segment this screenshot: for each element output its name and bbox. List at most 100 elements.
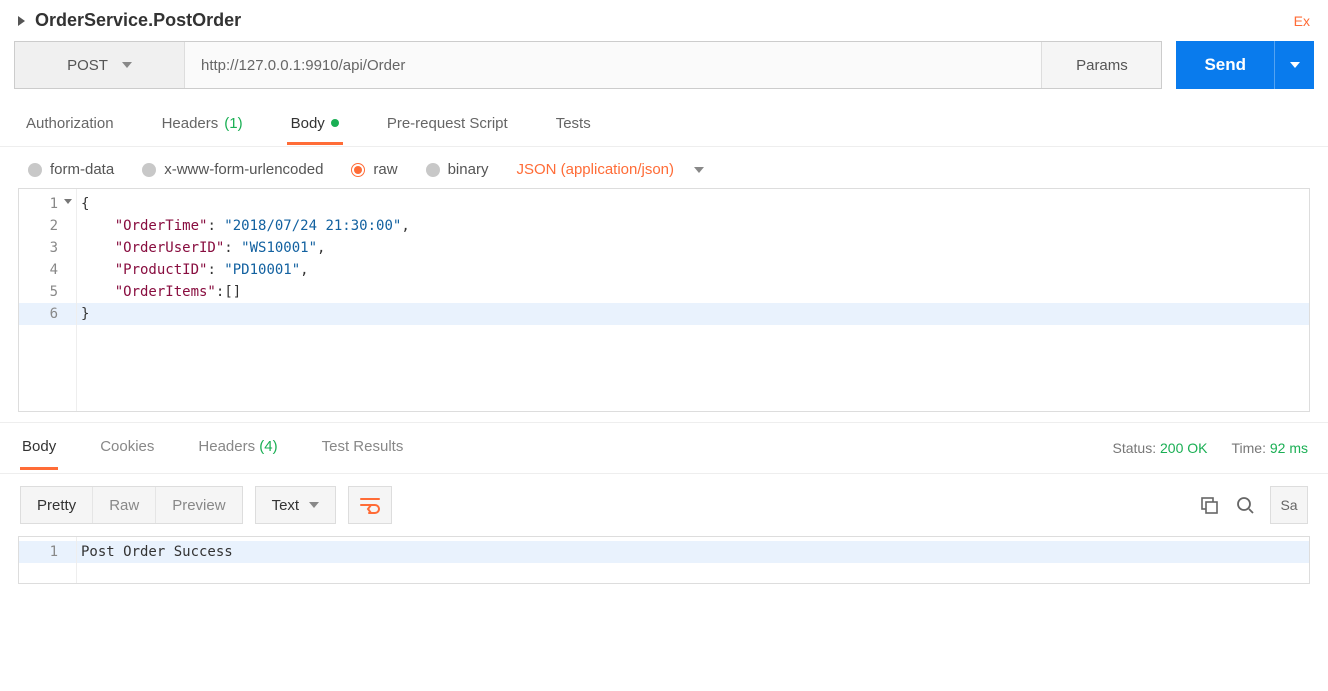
code-token: "PD10001" (224, 262, 300, 278)
code-token: "WS10001" (241, 240, 317, 256)
tab-tests[interactable]: Tests (552, 105, 595, 145)
chevron-down-icon (1290, 62, 1300, 68)
params-label: Params (1076, 57, 1128, 74)
send-button[interactable]: Send (1176, 41, 1274, 89)
label: Pretty (37, 497, 76, 514)
code-token: [] (224, 284, 241, 300)
resp-tab-test-results[interactable]: Test Results (320, 426, 406, 470)
send-button-group: Send (1176, 41, 1314, 89)
response-tabs-row: Body Cookies Headers (4) Test Results St… (0, 422, 1328, 474)
label: Raw (109, 497, 139, 514)
label: Preview (172, 497, 225, 514)
url-text: http://127.0.0.1:9910/api/Order (201, 57, 405, 74)
radio-icon (351, 163, 365, 177)
search-icon[interactable] (1234, 494, 1256, 516)
code-line: Post Order Success (77, 541, 1309, 563)
radio-label: x-www-form-urlencoded (164, 161, 323, 178)
wrap-lines-button[interactable] (348, 486, 392, 524)
code-line: "ProductID": "PD10001", (77, 259, 1309, 281)
radio-raw[interactable]: raw (351, 161, 397, 178)
gutter-line: 4 (19, 259, 76, 281)
request-tabs: Authorization Headers (1) Body Pre-reque… (0, 103, 1328, 147)
tab-label: Body (22, 438, 56, 455)
save-response-button[interactable]: Sa (1270, 486, 1308, 524)
view-raw[interactable]: Raw (92, 487, 155, 523)
send-dropdown[interactable] (1274, 41, 1314, 89)
code-token: "ProductID" (115, 262, 208, 278)
radio-icon (142, 163, 156, 177)
params-button[interactable]: Params (1041, 42, 1161, 88)
response-status: Status: 200 OK Time: 92 ms (1113, 440, 1308, 456)
method-url-group: POST http://127.0.0.1:9910/api/Order Par… (14, 41, 1162, 89)
modified-dot-icon (331, 119, 339, 127)
response-body-editor[interactable]: 1 Post Order Success (18, 536, 1310, 584)
toolbar-right: Sa (1198, 486, 1308, 524)
tab-headers[interactable]: Headers (1) (158, 105, 247, 145)
code-area: Post Order Success (77, 537, 1309, 583)
time-value: 92 ms (1270, 440, 1308, 456)
gutter-line: 2 (19, 215, 76, 237)
wrap-lines-icon (359, 496, 381, 514)
tab-authorization[interactable]: Authorization (22, 105, 118, 145)
code-line: { (77, 193, 1309, 215)
code-line: "OrderUserID": "WS10001", (77, 237, 1309, 259)
gutter-line: 1 (19, 541, 76, 563)
tab-label: Pre-request Script (387, 115, 508, 132)
body-type-row: form-data x-www-form-urlencoded raw bina… (0, 147, 1328, 188)
url-input[interactable]: http://127.0.0.1:9910/api/Order (185, 42, 1041, 88)
resp-tab-cookies[interactable]: Cookies (98, 426, 156, 470)
tab-label: Headers (198, 438, 255, 455)
code-token: "OrderItems" (115, 284, 216, 300)
tab-label: Body (291, 115, 325, 132)
examples-link[interactable]: Ex (1294, 13, 1310, 29)
code-token: { (81, 196, 89, 212)
send-label: Send (1204, 55, 1246, 75)
tab-pre-request-script[interactable]: Pre-request Script (383, 105, 512, 145)
gutter-line: 3 (19, 237, 76, 259)
radio-label: raw (373, 161, 397, 178)
text-mode-label: Text (272, 497, 300, 514)
code-line: } (77, 303, 1309, 325)
chevron-down-icon (309, 502, 319, 508)
request-body-editor[interactable]: 1 2 3 4 5 6 { "OrderTime": "2018/07/24 2… (18, 188, 1310, 412)
chevron-down-icon (122, 62, 132, 68)
code-token: "OrderTime" (115, 218, 208, 234)
status-value: 200 OK (1160, 440, 1207, 456)
fold-icon[interactable] (64, 199, 72, 204)
code-token: "2018/07/24 21:30:00" (224, 218, 401, 234)
view-pretty[interactable]: Pretty (21, 487, 92, 523)
request-title-row: OrderService.PostOrder Ex (0, 0, 1328, 41)
tab-label: Tests (556, 115, 591, 132)
radio-label: binary (448, 161, 489, 178)
tab-body[interactable]: Body (287, 105, 343, 145)
view-preview[interactable]: Preview (155, 487, 241, 523)
radio-urlencoded[interactable]: x-www-form-urlencoded (142, 161, 323, 178)
line-gutter: 1 (19, 537, 77, 583)
status-label: Status: (1113, 440, 1157, 456)
response-toolbar: Pretty Raw Preview Text Sa (0, 474, 1328, 536)
copy-icon[interactable] (1198, 494, 1220, 516)
gutter-line: 6 (19, 303, 76, 325)
code-line: "OrderTime": "2018/07/24 21:30:00", (77, 215, 1309, 237)
content-type-select[interactable]: JSON (application/json) (516, 161, 704, 178)
time-label: Time: (1232, 440, 1266, 456)
gutter-line: 1 (19, 193, 76, 215)
gutter-line: 5 (19, 281, 76, 303)
code-area[interactable]: { "OrderTime": "2018/07/24 21:30:00", "O… (77, 189, 1309, 411)
tab-label: Test Results (322, 438, 404, 455)
method-select[interactable]: POST (15, 42, 185, 88)
tab-label: Headers (162, 115, 219, 132)
code-token: "OrderUserID" (115, 240, 225, 256)
expand-caret-icon[interactable] (18, 16, 25, 26)
resp-tab-headers[interactable]: Headers (4) (196, 426, 279, 470)
resp-tab-body[interactable]: Body (20, 426, 58, 470)
radio-icon (426, 163, 440, 177)
text-mode-select[interactable]: Text (255, 486, 337, 524)
headers-count: (1) (224, 115, 242, 132)
request-title: OrderService.PostOrder (35, 10, 1294, 31)
radio-form-data[interactable]: form-data (28, 161, 114, 178)
code-token: } (81, 306, 89, 322)
headers-count: (4) (259, 438, 277, 455)
radio-binary[interactable]: binary (426, 161, 489, 178)
content-type-label: JSON (application/json) (516, 161, 674, 178)
